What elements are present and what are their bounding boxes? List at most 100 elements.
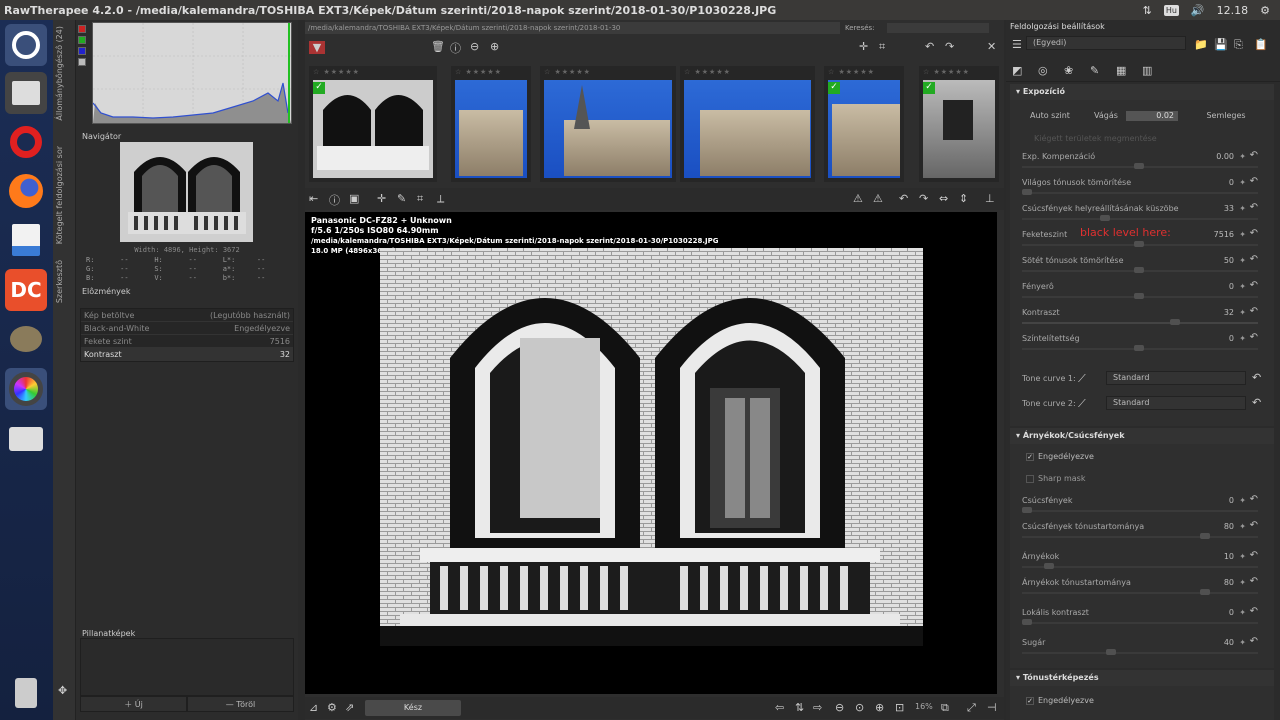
- opera-icon[interactable]: [5, 121, 47, 163]
- tab-batch-queue[interactable]: Kötegelt feldolgozási sor: [55, 146, 64, 244]
- hand-tool-icon[interactable]: ✛: [377, 192, 386, 205]
- crop-icon[interactable]: ⌗: [879, 40, 885, 54]
- previous-image-icon[interactable]: ⇦: [775, 701, 784, 714]
- saturation-slider[interactable]: Színtelítettség 0 ✦ ↶: [1010, 330, 1260, 356]
- thumbnail-2[interactable]: ☆ ★★★★★: [451, 66, 531, 182]
- firefox-icon[interactable]: [5, 170, 47, 212]
- sharp-mask-checkbox[interactable]: Sharp mask: [1026, 474, 1085, 483]
- image-canvas[interactable]: Panasonic DC-FZ82 + Unknown f/5.6 1/250s…: [305, 212, 997, 694]
- open-profile-icon[interactable]: 📁: [1194, 38, 1208, 51]
- clip-recovery-checkbox[interactable]: Kiégett területek megmentése: [1034, 134, 1157, 143]
- transform-tab-icon[interactable]: ▦: [1116, 64, 1126, 77]
- flip-horizontal-icon[interactable]: ⇔: [939, 192, 948, 205]
- exposure-tab-icon[interactable]: ◩: [1012, 64, 1022, 77]
- usb-drive-icon[interactable]: [5, 418, 47, 460]
- green-channel-button[interactable]: [78, 36, 86, 44]
- highlights-slider[interactable]: Csúcsfények 0 ✦ ↶: [1010, 492, 1260, 518]
- search-input[interactable]: [887, 23, 989, 33]
- highlight-compression-slider[interactable]: Világos tónusok tömörítése 0 ✦ ↶: [1010, 174, 1260, 200]
- snapshots-list[interactable]: [80, 638, 294, 696]
- flip-vertical-icon[interactable]: ⇕: [959, 192, 968, 205]
- curve-icon[interactable]: ⟋: [1078, 397, 1086, 411]
- shadows-highlights-title[interactable]: ▾ Árnyékok/Csúcsfények: [1010, 428, 1274, 444]
- ubuntu-dash-icon[interactable]: [5, 24, 47, 66]
- trash-filter-icon[interactable]: 🗑: [431, 40, 445, 53]
- radius-slider[interactable]: Sugár 40 ✦ ↶: [1010, 634, 1260, 660]
- shadow-compression-slider[interactable]: Sötét tónusok tömörítése 50 ✦ ↶: [1010, 252, 1260, 278]
- queue-icon[interactable]: ⊿: [309, 701, 318, 714]
- dc-app-icon[interactable]: DC: [5, 269, 47, 311]
- before-after-icon[interactable]: ▣: [349, 192, 359, 205]
- history-row[interactable]: Fekete szint 7516: [81, 335, 293, 348]
- neutral-button[interactable]: Semleges: [1196, 108, 1256, 124]
- tone-mapping-title[interactable]: ▾ Tónustérképezés: [1010, 670, 1274, 686]
- image-viewer-icon[interactable]: [5, 219, 47, 261]
- detail-tab-icon[interactable]: ◎: [1038, 64, 1048, 77]
- color-tab-icon[interactable]: ❀: [1064, 64, 1073, 77]
- raw-tab-icon[interactable]: ▥: [1142, 64, 1152, 77]
- hide-panel-icon[interactable]: ⇤: [309, 192, 318, 205]
- copy-profile-icon[interactable]: ⎘: [1234, 38, 1243, 52]
- lightness-slider[interactable]: Fényerô 0 ✦ ↶: [1010, 278, 1260, 304]
- thumbnail-1[interactable]: ☆ ★★★★★ ✓: [309, 66, 437, 182]
- volume-icon[interactable]: 🔊: [1191, 4, 1205, 17]
- delete-snapshot-button[interactable]: — Töröl: [187, 696, 294, 712]
- processing-profile-select[interactable]: (Egyedi): [1026, 36, 1186, 50]
- fullscreen-icon[interactable]: ⤢: [967, 701, 976, 715]
- highlight-threshold-slider[interactable]: Csúcsfények helyreállításának küszöbe 33 ✦…: [1010, 200, 1260, 226]
- history-row[interactable]: Kép betöltve (Legutóbb használt): [81, 309, 293, 322]
- rotate-left-icon[interactable]: ↶: [899, 192, 908, 205]
- next-image-icon[interactable]: ⇨: [813, 701, 822, 714]
- settings-icon[interactable]: ⚙: [327, 701, 337, 714]
- history-row[interactable]: Black-and-White Engedélyezve: [81, 322, 293, 335]
- tone-curve-2-select[interactable]: Standard: [1106, 396, 1246, 410]
- clip-input[interactable]: 0.02: [1126, 111, 1178, 121]
- tab-editor[interactable]: Szerkesztô: [55, 260, 64, 303]
- exposure-title[interactable]: ▾ Expozíció: [1010, 84, 1274, 100]
- files-icon[interactable]: [5, 72, 47, 114]
- white-balance-picker-icon[interactable]: ✎: [397, 192, 406, 205]
- new-snapshot-button[interactable]: ＋ Új: [80, 696, 187, 712]
- rotate-left-icon[interactable]: ↶: [925, 40, 934, 53]
- filter-icon[interactable]: ▼: [309, 41, 325, 54]
- clock[interactable]: 12.18: [1217, 4, 1249, 17]
- new-window-icon[interactable]: ⧉: [941, 701, 949, 715]
- zoom-fit-icon[interactable]: ⊡: [895, 701, 904, 714]
- settings-gear-icon[interactable]: ⚙: [1260, 4, 1270, 17]
- hide-right-panel-icon[interactable]: ⊥: [985, 192, 995, 205]
- rotate-right-icon[interactable]: ↷: [919, 192, 928, 205]
- rotate-right-icon[interactable]: ↷: [945, 40, 954, 53]
- wavelet-tab-icon[interactable]: ✎: [1090, 64, 1099, 77]
- red-channel-button[interactable]: [78, 25, 86, 33]
- thumbnail-4[interactable]: ☆ ★★★★★: [680, 66, 815, 182]
- preview-image[interactable]: [380, 248, 923, 646]
- paste-profile-icon[interactable]: 📋: [1254, 38, 1268, 51]
- highlights-range-slider[interactable]: Csúcsfények tónustartománya 80 ✦ ↶: [1010, 518, 1260, 544]
- thumbnail-6[interactable]: ☆ ★★★★★ ✓: [919, 66, 999, 182]
- luminance-channel-button[interactable]: [78, 58, 86, 66]
- gimp-icon[interactable]: [5, 318, 47, 360]
- tone-curve-1-select[interactable]: Standard: [1106, 371, 1246, 385]
- reset-icon[interactable]: ↶: [1252, 371, 1261, 384]
- sh-enabled-checkbox[interactable]: ✓ Engedélyezve: [1026, 452, 1094, 461]
- network-icon[interactable]: ⇅: [1143, 4, 1152, 17]
- curve-icon[interactable]: ⟋: [1078, 372, 1086, 386]
- thumbnail-3[interactable]: ☆ ★★★★★: [540, 66, 676, 182]
- zoom-in-icon[interactable]: ⊕: [875, 701, 884, 714]
- local-contrast-slider[interactable]: Lokális kontraszt 0 ✦ ↶: [1010, 604, 1260, 630]
- history-row-selected[interactable]: Kontraszt 32: [81, 348, 293, 361]
- crop-tool-icon[interactable]: ⌗: [417, 192, 423, 206]
- blue-channel-button[interactable]: [78, 47, 86, 55]
- zoom-out-icon[interactable]: ⊖: [470, 40, 479, 53]
- straighten-icon[interactable]: ⟂: [437, 192, 444, 206]
- close-icon[interactable]: ✕: [987, 40, 996, 53]
- keyboard-layout[interactable]: Hu: [1163, 4, 1179, 16]
- exposure-compensation-slider[interactable]: Exp. Kompenzáció 0.00 ✦ ↶: [1010, 148, 1260, 174]
- shadow-warning-icon[interactable]: ⚠: [873, 192, 883, 205]
- sync-icon[interactable]: ⇅: [795, 701, 804, 714]
- tm-enabled-checkbox[interactable]: ✓ Engedélyezve: [1026, 696, 1094, 705]
- fullscreen-icon[interactable]: ✥: [58, 684, 67, 697]
- open-external-icon[interactable]: ⇗: [345, 701, 354, 714]
- trash-icon[interactable]: [5, 672, 47, 714]
- highlight-warning-icon[interactable]: ⚠: [853, 192, 863, 205]
